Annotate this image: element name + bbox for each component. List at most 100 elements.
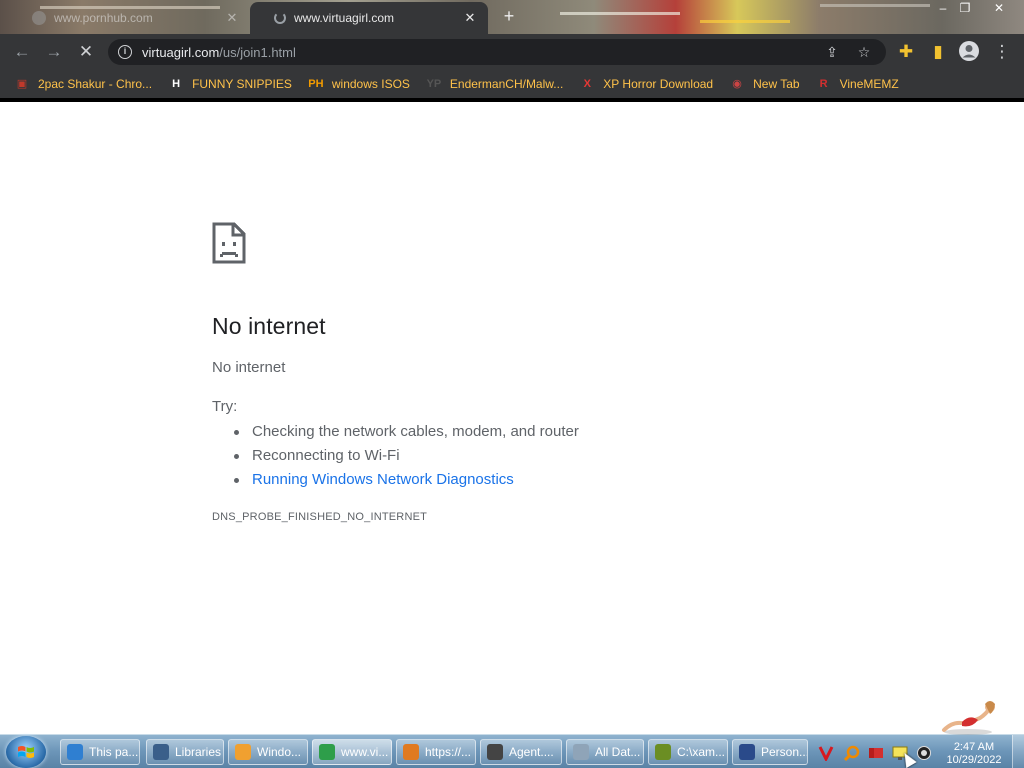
clock-date: 10/29/2022 [946, 754, 1002, 766]
sad-document-icon [212, 222, 246, 264]
close-window-button[interactable]: ✕ [986, 0, 1012, 16]
taskbar-item-label: Person... [761, 745, 808, 759]
bookmark-item[interactable]: ▣ 2pac Shakur - Chro... [14, 76, 152, 92]
yp-favicon-icon: YP [426, 78, 442, 90]
taskbar-item-label: This pa... [89, 745, 139, 759]
tab-close-icon[interactable]: ✕ [462, 10, 478, 26]
taskbar-item-label: www.vi... [341, 745, 389, 759]
loading-spinner-icon [274, 12, 286, 24]
taskbar-item[interactable]: This pa... [60, 739, 140, 765]
bookmark-label: VineMEMZ [839, 77, 899, 91]
app-icon [739, 744, 755, 760]
taskbar-item[interactable]: Person... [732, 739, 808, 765]
app-icon [403, 744, 419, 760]
bookmark-label: XP Horror Download [603, 77, 714, 91]
taskbar-item-label: Windo... [257, 745, 302, 759]
share-icon[interactable]: ⇪ [822, 42, 842, 62]
taskbar-item[interactable]: Agent.... [480, 739, 562, 765]
tab-strip: www.pornhub.com ✕ www.virtuagirl.com ✕ +… [0, 0, 1024, 34]
bookmarks-bar: ▣ 2pac Shakur - Chro... H FUNNY SNIPPIES PH w… [0, 70, 1024, 98]
new-tab-button[interactable]: + [500, 7, 518, 25]
bookmark-item[interactable]: ◉ New Tab [729, 76, 799, 92]
taskbar-item[interactable]: Libraries [146, 739, 224, 765]
2pac-favicon-icon: ▣ [16, 78, 28, 90]
error-code: DNS_PROBE_FINISHED_NO_INTERNET [212, 511, 428, 523]
taskbar-item-label: Agent.... [509, 745, 554, 759]
desktop-mascot-figure [942, 701, 995, 735]
profile-avatar-icon[interactable] [957, 40, 981, 64]
tab-pornhub[interactable]: www.pornhub.com ✕ [14, 2, 250, 34]
bookmark-label: 2pac Shakur - Chro... [38, 77, 153, 91]
taskbar-item-label: C:\xam... [677, 745, 726, 759]
taskbar-item[interactable]: Windo... [228, 739, 308, 765]
bookmark-item[interactable]: X XP Horror Download [579, 76, 714, 92]
try-label: Try: [212, 398, 238, 415]
h-favicon-icon: H [172, 78, 181, 90]
back-arrow-icon[interactable]: ← [10, 40, 34, 64]
r-favicon-icon: R [819, 78, 828, 90]
bookmark-item[interactable]: R VineMEMZ [816, 76, 899, 92]
app-icon [67, 744, 83, 760]
background-streak [820, 4, 930, 7]
app-icon [573, 744, 589, 760]
forward-arrow-icon[interactable]: → [42, 40, 66, 64]
app-icon [655, 744, 671, 760]
bookmark-label: EndermanCH/Malw... [449, 77, 564, 91]
error-heading: No internet [212, 313, 326, 339]
clock-time: 2:47 AM [953, 741, 995, 753]
taskbar-item[interactable]: https://... [396, 739, 476, 765]
tab-title: www.pornhub.com [54, 11, 153, 25]
clock[interactable]: 2:47 AM 10/29/2022 [942, 741, 1006, 767]
browser-toolbar: ← → ✕ i virtuagirl.com/us/join1.html ⇪ ☆… [0, 34, 1024, 70]
tab-close-icon[interactable]: ✕ [224, 10, 240, 26]
tab-title: www.virtuagirl.com [294, 11, 395, 25]
start-button[interactable] [6, 736, 46, 768]
bookmark-label: New Tab [753, 77, 800, 91]
bookmark-label: FUNNY SNIPPIES [192, 77, 292, 91]
stop-icon[interactable]: ✕ [74, 40, 98, 64]
x-favicon-icon: X [583, 78, 591, 90]
address-bar[interactable]: i virtuagirl.com/us/join1.html ⇪ ☆ [108, 39, 886, 65]
bookmark-item[interactable]: H FUNNY SNIPPIES [168, 76, 292, 92]
suggestion-item: Reconnecting to Wi-Fi [232, 444, 579, 468]
url-text[interactable]: virtuagirl.com/us/join1.html [142, 45, 296, 60]
app-icon [487, 744, 503, 760]
side-panel-icon[interactable]: ▮ [926, 40, 950, 64]
app-icon [153, 744, 169, 760]
taskbar-item[interactable]: C:\xam... [648, 739, 728, 765]
suggestions-list: Checking the network cables, modem, and … [232, 420, 579, 492]
bookmark-star-icon[interactable]: ☆ [854, 42, 874, 62]
background-streak [560, 12, 680, 15]
tab-favicon [32, 11, 46, 25]
v-tray-icon[interactable] [818, 745, 834, 761]
network-diagnostics-link[interactable]: Running Windows Network Diagnostics [252, 471, 514, 488]
app-icon [235, 744, 251, 760]
background-streak [700, 20, 790, 23]
globe-favicon-icon: ◉ [732, 78, 742, 90]
search-tray-icon[interactable] [844, 745, 860, 761]
windows-logo-icon [18, 746, 34, 758]
volume-tray-icon[interactable] [916, 745, 932, 761]
taskbar-item-label: Libraries [175, 745, 222, 759]
taskbar-item[interactable]: www.vi... [312, 739, 392, 765]
show-desktop-button[interactable] [1012, 735, 1024, 768]
error-subtitle: No internet [212, 359, 286, 376]
taskbar-item[interactable]: All Dat... [566, 739, 644, 765]
app-icon [319, 744, 335, 760]
flag-tray-icon[interactable] [868, 745, 884, 761]
site-info-icon[interactable]: i [118, 45, 132, 59]
bookmark-item[interactable]: YP EndermanCH/Malw... [426, 76, 564, 92]
menu-kebab-icon[interactable]: ⋮ [990, 40, 1014, 64]
bookmark-item[interactable]: PH windows ISOS [308, 76, 410, 92]
ph-favicon-icon: PH [308, 78, 324, 90]
windows-taskbar: This pa... Libraries Windo... www.vi... http… [0, 734, 1024, 768]
restore-button[interactable]: ❐ [952, 0, 978, 16]
suggestion-item[interactable]: Running Windows Network Diagnostics [232, 468, 579, 492]
suggestion-item: Checking the network cables, modem, and … [232, 420, 579, 444]
tab-virtuagirl[interactable]: www.virtuagirl.com ✕ [250, 2, 488, 34]
extensions-puzzle-icon[interactable]: ✚ [894, 40, 918, 64]
bookmark-label: windows ISOS [331, 77, 410, 91]
taskbar-item-label: All Dat... [595, 745, 641, 759]
page-content: No internet No internet Try: Checking th… [0, 102, 1024, 734]
taskbar-item-label: https://... [425, 745, 472, 759]
